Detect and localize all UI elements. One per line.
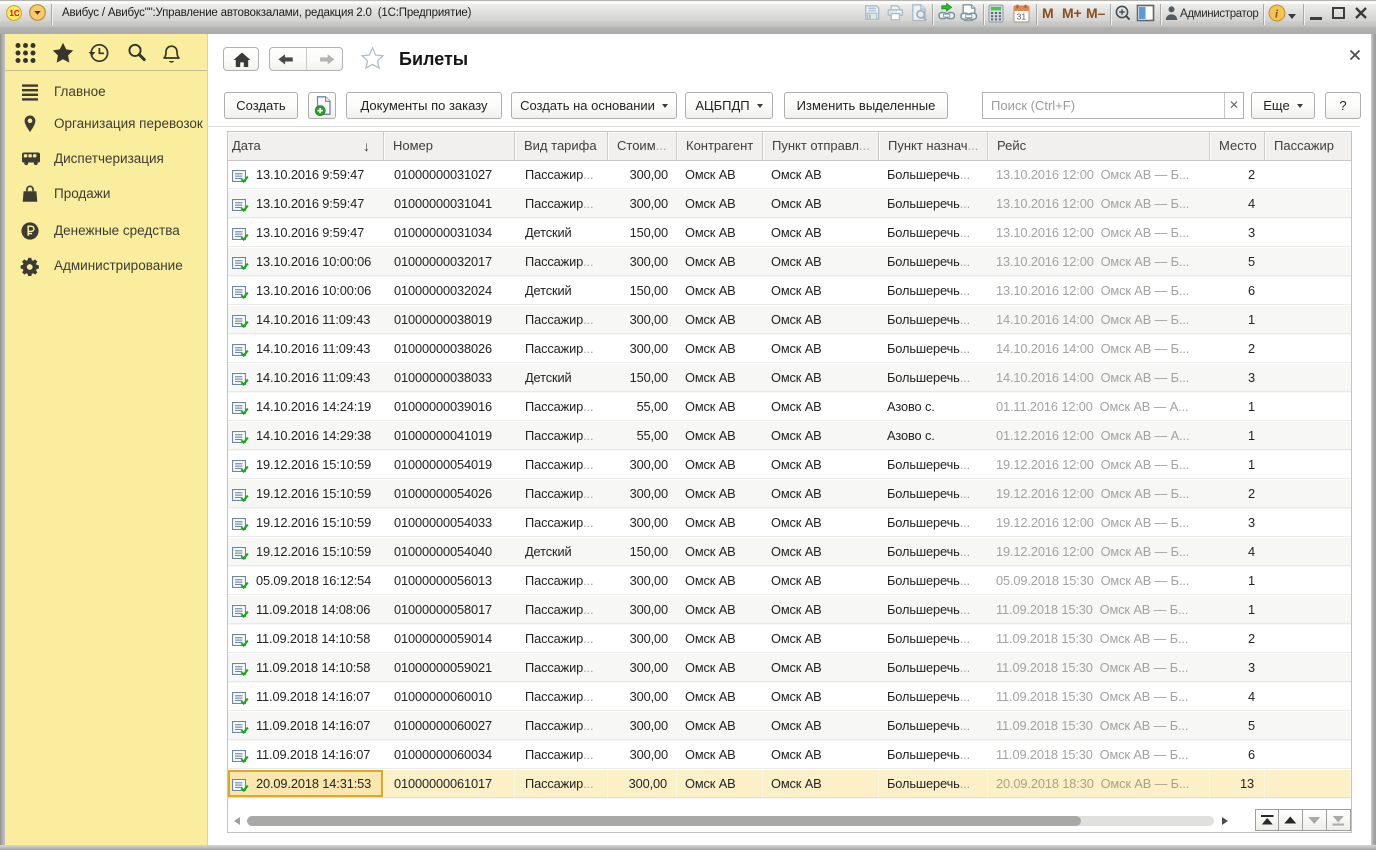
svg-text:31: 31	[1017, 11, 1027, 21]
svg-text:1С: 1С	[9, 9, 19, 18]
